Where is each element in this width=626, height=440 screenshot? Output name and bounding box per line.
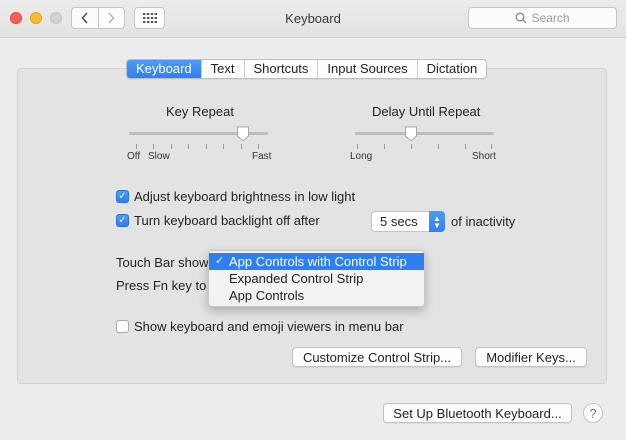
backlight-off-row[interactable]: ✓ Turn keyboard backlight off after xyxy=(116,213,320,228)
key-repeat-off-label: Off xyxy=(127,151,141,162)
adjust-brightness-label: Adjust keyboard brightness in low light xyxy=(134,189,356,204)
inactivity-label: of inactivity xyxy=(451,214,516,229)
delay-short-label: Short xyxy=(472,151,496,162)
tab-dictation[interactable]: Dictation xyxy=(416,60,487,78)
key-repeat-fast-label: Fast xyxy=(252,151,272,162)
press-fn-label: Press Fn key to xyxy=(116,278,207,293)
updown-arrows-icon: ▲ ▼ xyxy=(429,211,445,232)
menu-item-app-controls[interactable]: App Controls xyxy=(209,287,424,304)
delay-long-label: Long xyxy=(350,151,373,162)
delay-until-repeat-knob[interactable] xyxy=(404,126,418,142)
customize-control-strip-button[interactable]: Customize Control Strip... xyxy=(292,347,462,367)
modifier-keys-button[interactable]: Modifier Keys... xyxy=(475,347,587,367)
search-field[interactable]: Search xyxy=(468,7,617,29)
key-repeat-ticks xyxy=(129,144,268,149)
tab-bar: Keyboard Text Shortcuts Input Sources Di… xyxy=(126,59,488,79)
set-up-bluetooth-keyboard-button[interactable]: Set Up Bluetooth Keyboard... xyxy=(383,403,572,423)
delay-until-repeat-track[interactable] xyxy=(355,132,494,135)
search-icon xyxy=(516,12,527,24)
tab-text[interactable]: Text xyxy=(200,60,244,78)
search-placeholder: Search xyxy=(531,11,570,25)
help-label: ? xyxy=(589,405,597,421)
adjust-brightness-checkbox[interactable]: ✓ xyxy=(116,190,129,203)
menu-item-app-controls-with-control-strip[interactable]: ✓ App Controls with Control Strip xyxy=(209,253,424,270)
tab-shortcuts[interactable]: Shortcuts xyxy=(243,60,318,78)
menu-item-label: App Controls xyxy=(229,288,305,303)
help-button[interactable]: ? xyxy=(583,403,603,423)
key-repeat-title: Key Repeat xyxy=(166,104,234,119)
delay-until-repeat-title: Delay Until Repeat xyxy=(372,104,481,119)
show-viewers-row[interactable]: Show keyboard and emoji viewers in menu … xyxy=(116,319,404,334)
key-repeat-knob[interactable] xyxy=(236,126,250,142)
show-viewers-label: Show keyboard and emoji viewers in menu … xyxy=(134,319,404,334)
touch-bar-shows-label: Touch Bar shows xyxy=(116,255,215,270)
checkmark-icon: ✓ xyxy=(215,255,225,267)
backlight-off-checkbox[interactable]: ✓ xyxy=(116,214,129,227)
backlight-off-label: Turn keyboard backlight off after xyxy=(134,213,320,228)
tab-keyboard[interactable]: Keyboard xyxy=(127,60,201,78)
key-repeat-slow-label: Slow xyxy=(148,151,170,162)
delay-until-repeat-ticks xyxy=(355,144,494,149)
title-bar: Keyboard Search xyxy=(0,0,626,38)
menu-item-expanded-control-strip[interactable]: Expanded Control Strip xyxy=(209,270,424,287)
menu-item-label: Expanded Control Strip xyxy=(229,271,364,286)
keyboard-preferences-window: Keyboard Search Keyboard Text Shortcuts … xyxy=(0,0,626,440)
adjust-brightness-row[interactable]: ✓ Adjust keyboard brightness in low ligh… xyxy=(116,189,355,204)
touch-bar-shows-menu: ✓ App Controls with Control Strip Expand… xyxy=(208,250,425,307)
show-viewers-checkbox[interactable] xyxy=(116,320,129,333)
backlight-timeout-value: 5 secs xyxy=(380,214,418,229)
backlight-timeout-popup[interactable]: 5 secs ▲ ▼ xyxy=(371,211,445,232)
menu-item-label: App Controls with Control Strip xyxy=(229,254,407,269)
tab-input-sources[interactable]: Input Sources xyxy=(317,60,416,78)
